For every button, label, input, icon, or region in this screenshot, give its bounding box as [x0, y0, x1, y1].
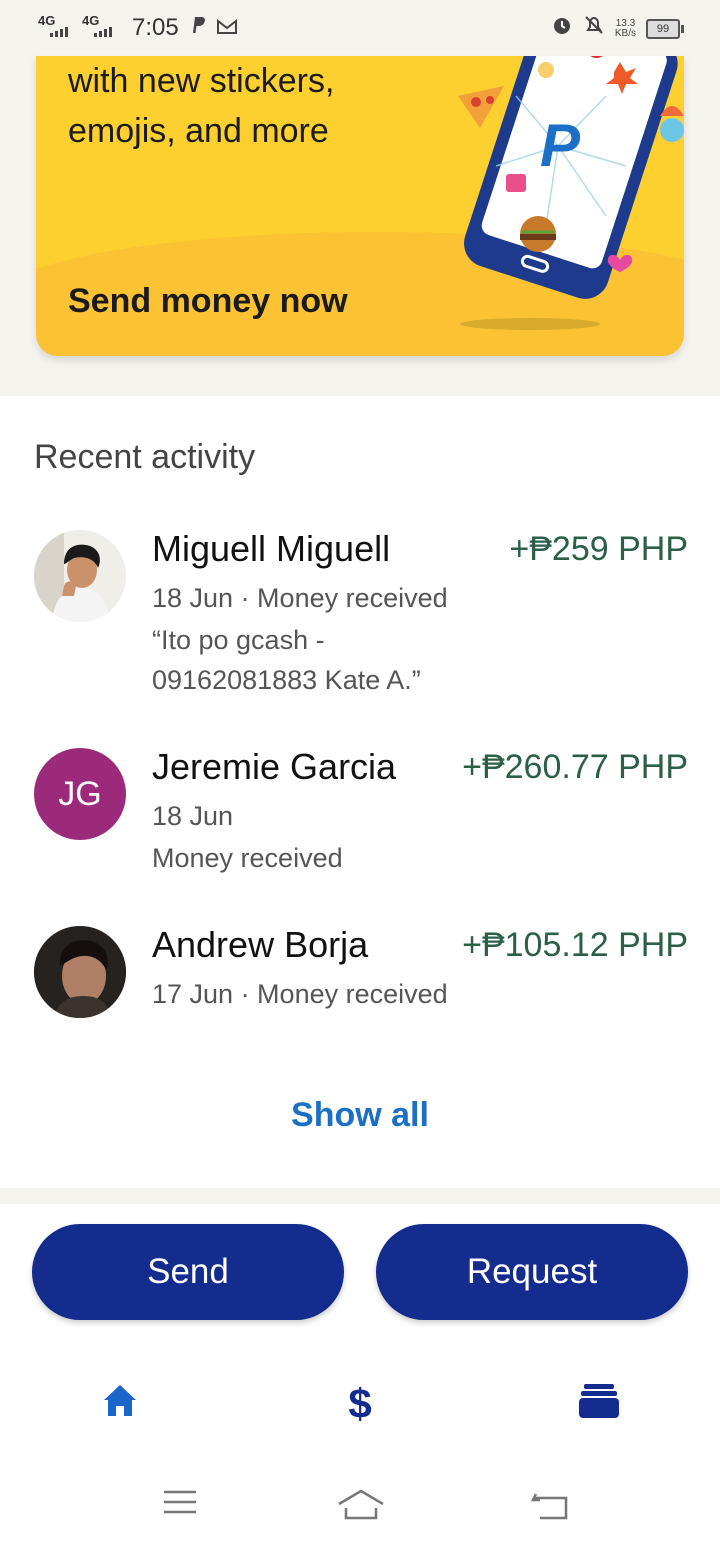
activity-row[interactable]: Miguell Miguell +₱259 PHP 18 Jun · Money…	[0, 524, 720, 704]
show-all-link[interactable]: Show all	[0, 1096, 720, 1135]
transaction-date-type: 18 Jun · Money received	[152, 583, 448, 613]
svg-text:$: $	[348, 1380, 371, 1424]
contact-name: Miguell Miguell	[152, 528, 391, 569]
avatar	[34, 926, 126, 1018]
promo-banner[interactable]: with new stickers, emojis, and more Send…	[36, 56, 684, 356]
menu-icon[interactable]	[162, 1488, 198, 1523]
signal-icon: 4G	[38, 14, 72, 41]
svg-text:P: P	[540, 112, 581, 179]
promo-text: with new stickers, emojis, and more	[68, 62, 335, 150]
avatar	[34, 530, 126, 622]
contact-name: Jeremie Garcia	[152, 746, 397, 787]
wallet-icon[interactable]	[578, 1380, 620, 1427]
paypal-notification-icon	[189, 14, 207, 42]
phone-illustration: P	[458, 56, 684, 330]
home-button-icon[interactable]	[336, 1488, 386, 1527]
transaction-date: 18 Jun	[152, 801, 234, 831]
battery-icon: 99	[646, 18, 684, 39]
transaction-type: Money received	[152, 843, 343, 873]
transaction-note: “Ito po gcash -	[152, 625, 325, 655]
mute-icon	[583, 14, 605, 43]
clock: 7:05	[132, 14, 179, 41]
back-icon[interactable]	[530, 1488, 570, 1527]
gmail-notification-icon	[216, 14, 237, 42]
transaction-date-type: 17 Jun · Money received	[152, 979, 448, 1009]
amount: +₱105.12 PHP	[462, 926, 688, 964]
amount: +₱259 PHP	[509, 530, 688, 568]
signal-icon: 4G	[82, 14, 116, 41]
send-button[interactable]: Send	[32, 1224, 344, 1320]
contact-name: Andrew Borja	[152, 924, 369, 965]
network-speed: 13.3 KB/s	[614, 17, 636, 39]
amount: +₱260.77 PHP	[462, 748, 688, 786]
dollar-icon[interactable]: $	[340, 1380, 380, 1429]
status-bar: 4G 4G 7:05 13.3 KB/s 99	[0, 0, 720, 56]
recent-activity-section: Recent activity Miguell Miguell +₱259 PH…	[0, 396, 720, 1188]
bottom-actions: Send Request $	[0, 1204, 720, 1544]
activity-row[interactable]: JG Jeremie Garcia +₱260.77 PHP 18 Jun Mo…	[0, 742, 720, 882]
activity-row[interactable]: Andrew Borja +₱105.12 PHP 17 Jun · Money…	[0, 920, 720, 1020]
send-money-now-link[interactable]: Send money now	[68, 282, 348, 321]
request-button[interactable]: Request	[376, 1224, 688, 1320]
alarm-icon	[551, 14, 573, 43]
transaction-note: 09162081883 Kate A.”	[152, 665, 421, 695]
section-title: Recent activity	[34, 438, 256, 476]
home-icon[interactable]	[100, 1380, 140, 1425]
avatar: JG	[34, 748, 126, 840]
